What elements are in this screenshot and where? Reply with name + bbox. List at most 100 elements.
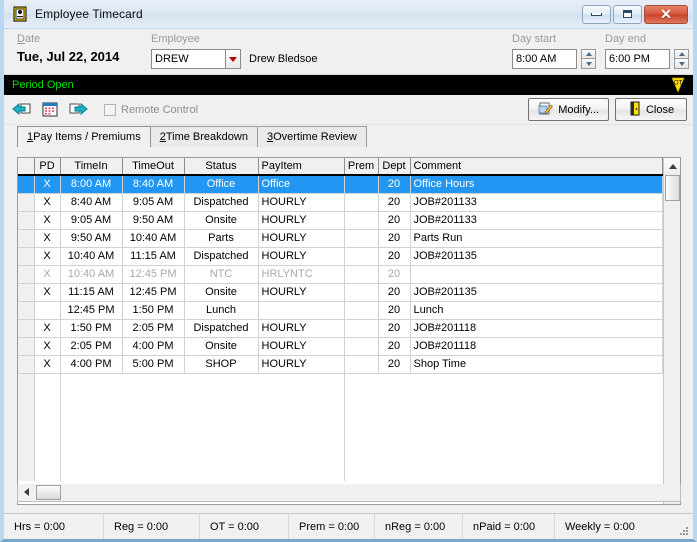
col-header-pd[interactable]: PD: [34, 158, 61, 176]
cell-status[interactable]: Dispatched: [184, 247, 259, 266]
day-end-spinner-up[interactable]: [674, 49, 689, 59]
horizontal-scroll-thumb[interactable]: [36, 485, 61, 500]
cell-payitem[interactable]: HOURLY: [258, 229, 345, 248]
cell-dept[interactable]: 20: [378, 283, 411, 302]
cell-prem[interactable]: [344, 247, 379, 266]
cell-pd[interactable]: X: [34, 355, 61, 374]
cell-dept[interactable]: 20: [378, 229, 411, 248]
cell-timeout[interactable]: 2:05 PM: [122, 319, 185, 338]
close-button[interactable]: Close: [615, 98, 687, 121]
cell-timeout[interactable]: 5:00 PM: [122, 355, 185, 374]
col-header-comment[interactable]: Comment: [410, 158, 663, 176]
cell-timeout[interactable]: 11:15 AM: [122, 247, 185, 266]
col-header-timein[interactable]: TimeIn: [60, 158, 123, 176]
cell-pd[interactable]: [34, 301, 61, 320]
cell-comment[interactable]: JOB#201133: [410, 211, 663, 230]
cell-status[interactable]: Dispatched: [184, 193, 259, 212]
cell-pd[interactable]: X: [34, 211, 61, 230]
col-header-timeout[interactable]: TimeOut: [122, 158, 185, 176]
row-selector[interactable]: [18, 337, 35, 356]
modify-button[interactable]: Modify...: [528, 98, 609, 121]
table-row[interactable]: X 8:00 AM 8:40 AM Office Office 20 Office Hour…: [18, 175, 663, 194]
cell-prem[interactable]: [344, 337, 379, 356]
cell-status[interactable]: Parts: [184, 229, 259, 248]
cell-timein[interactable]: 11:15 AM: [60, 283, 123, 302]
cell-timein[interactable]: 9:50 AM: [60, 229, 123, 248]
cell-timeout[interactable]: 12:45 PM: [122, 265, 185, 284]
cell-timein[interactable]: 1:50 PM: [60, 319, 123, 338]
minimize-button[interactable]: [582, 4, 611, 24]
col-header-dept[interactable]: Dept: [378, 158, 411, 176]
table-row[interactable]: 12:45 PM 1:50 PM Lunch 20 Lunch: [18, 301, 663, 320]
cell-timeout[interactable]: 4:00 PM: [122, 337, 185, 356]
cell-prem[interactable]: [344, 265, 379, 284]
next-arrow-icon[interactable]: [68, 101, 88, 119]
cell-timeout[interactable]: 9:05 AM: [122, 193, 185, 212]
cell-comment[interactable]: JOB#201135: [410, 283, 663, 302]
cell-payitem[interactable]: HOURLY: [258, 211, 345, 230]
cell-prem[interactable]: [344, 211, 379, 230]
cell-prem[interactable]: [344, 355, 379, 374]
cell-timein[interactable]: 8:00 AM: [60, 175, 123, 194]
row-selector[interactable]: [18, 283, 35, 302]
col-header-payitem[interactable]: PayItem: [258, 158, 345, 176]
tab-pay-items-premiums[interactable]: 1 Pay Items / Premiums: [17, 126, 151, 147]
cell-dept[interactable]: 20: [378, 337, 411, 356]
cell-prem[interactable]: [344, 193, 379, 212]
cell-timein[interactable]: 9:05 AM: [60, 211, 123, 230]
table-row[interactable]: X 8:40 AM 9:05 AM Dispatched HOURLY 20 JOB#201…: [18, 193, 663, 212]
cell-pd[interactable]: X: [34, 229, 61, 248]
row-selector[interactable]: [18, 211, 35, 230]
cell-dept[interactable]: 20: [378, 319, 411, 338]
cell-prem[interactable]: [344, 229, 379, 248]
table-row[interactable]: X 10:40 AM 11:15 AM Dispatched HOURLY 20 JOB#2…: [18, 247, 663, 266]
cell-timeout[interactable]: 9:50 AM: [122, 211, 185, 230]
close-window-button[interactable]: ✕: [644, 4, 688, 24]
horizontal-scrollbar[interactable]: [17, 484, 681, 502]
col-header-prem[interactable]: Prem: [344, 158, 379, 176]
col-header-status[interactable]: Status: [184, 158, 259, 176]
row-selector[interactable]: [18, 175, 35, 194]
row-selector[interactable]: [18, 229, 35, 248]
remote-control-checkbox-group[interactable]: Remote Control: [104, 103, 198, 116]
cell-payitem[interactable]: HOURLY: [258, 283, 345, 302]
title-bar[interactable]: Employee Timecard ✕: [4, 0, 693, 29]
cell-payitem[interactable]: HOURLY: [258, 193, 345, 212]
cell-status[interactable]: Onsite: [184, 337, 259, 356]
table-row[interactable]: X 4:00 PM 5:00 PM SHOP HOURLY 20 Shop Time: [18, 355, 663, 374]
cell-timein[interactable]: 4:00 PM: [60, 355, 123, 374]
cell-comment[interactable]: JOB#201135: [410, 247, 663, 266]
cell-payitem[interactable]: HOURLY: [258, 247, 345, 266]
day-start-spinner[interactable]: [581, 49, 596, 69]
cell-pd[interactable]: X: [34, 283, 61, 302]
day-start-spinner-up[interactable]: [581, 49, 596, 59]
cell-timeout[interactable]: 1:50 PM: [122, 301, 185, 320]
cell-timeout[interactable]: 10:40 AM: [122, 229, 185, 248]
table-row[interactable]: X 11:15 AM 12:45 PM Onsite HOURLY 20 JOB#20113…: [18, 283, 663, 302]
cell-status[interactable]: SHOP: [184, 355, 259, 374]
scroll-left-button[interactable]: [18, 484, 34, 500]
employee-code-input[interactable]: [151, 49, 226, 69]
cell-payitem[interactable]: HOURLY: [258, 355, 345, 374]
day-end-input[interactable]: [605, 49, 670, 69]
day-start-input[interactable]: [512, 49, 577, 69]
cell-status[interactable]: Lunch: [184, 301, 259, 320]
col-header-rowmark[interactable]: [18, 158, 35, 176]
cell-comment[interactable]: Office Hours: [410, 175, 663, 194]
vertical-scroll-thumb[interactable]: [665, 175, 680, 201]
row-selector[interactable]: [18, 319, 35, 338]
cell-timein[interactable]: 2:05 PM: [60, 337, 123, 356]
calendar-icon[interactable]: [40, 101, 60, 119]
table-row[interactable]: X 10:40 AM 12:45 PM NTC HRLYNTC 20: [18, 265, 663, 284]
cell-timeout[interactable]: 8:40 AM: [122, 175, 185, 194]
table-row[interactable]: X 2:05 PM 4:00 PM Onsite HOURLY 20 JOB#201118: [18, 337, 663, 356]
employee-dropdown-button[interactable]: [225, 49, 241, 69]
cell-timein[interactable]: 10:40 AM: [60, 265, 123, 284]
cell-comment[interactable]: Parts Run: [410, 229, 663, 248]
day-end-spinner-down[interactable]: [674, 59, 689, 69]
cell-status[interactable]: Dispatched: [184, 319, 259, 338]
cell-dept[interactable]: 20: [378, 355, 411, 374]
cell-timein[interactable]: 12:45 PM: [60, 301, 123, 320]
cell-pd[interactable]: X: [34, 175, 61, 194]
cell-pd[interactable]: X: [34, 193, 61, 212]
